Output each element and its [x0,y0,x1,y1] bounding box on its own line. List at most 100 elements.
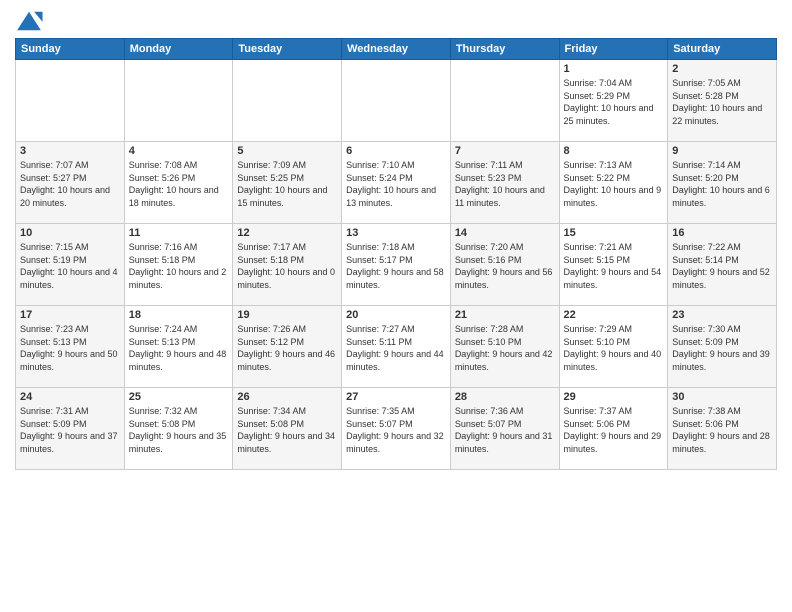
calendar-table: SundayMondayTuesdayWednesdayThursdayFrid… [15,38,777,470]
day-number: 9 [672,145,772,157]
day-info: Sunrise: 7:14 AM Sunset: 5:20 PM Dayligh… [672,159,772,209]
day-number: 24 [20,391,120,403]
calendar-cell: 26 Sunrise: 7:34 AM Sunset: 5:08 PM Dayli… [233,388,342,470]
day-number: 4 [129,145,229,157]
day-info: Sunrise: 7:36 AM Sunset: 5:07 PM Dayligh… [455,405,555,455]
calendar-cell: 20Sunrise: 7:27 AM Sunset: 5:11 PM Dayli… [342,306,451,388]
calendar-cell: 2Sunrise: 7:05 AM Sunset: 5:28 PM Daylig… [668,60,777,142]
calendar-week-1: 1Sunrise: 7:04 AM Sunset: 5:29 PM Daylig… [16,60,777,142]
day-number: 19 [237,309,337,321]
calendar-cell: 22 Sunrise: 7:29 AM Sunset: 5:10 PM Dayli… [559,306,668,388]
weekday-header-saturday: Saturday [668,39,777,60]
day-number: 15 [564,227,664,239]
calendar-cell: 5 Sunrise: 7:09 AM Sunset: 5:25 PM Daylig… [233,142,342,224]
day-info: Sunrise: 7:31 AM Sunset: 5:09 PM Dayligh… [20,405,120,455]
calendar-cell: 12 Sunrise: 7:17 AM Sunset: 5:18 PM Dayli… [233,224,342,306]
day-info: Sunrise: 7:09 AM Sunset: 5:25 PM Dayligh… [237,159,337,209]
calendar-week-3: 10Sunrise: 7:15 AM Sunset: 5:19 PM Dayli… [16,224,777,306]
calendar-cell [124,60,233,142]
calendar-cell: 18 Sunrise: 7:24 AM Sunset: 5:13 PM Dayli… [124,306,233,388]
day-info: Sunrise: 7:26 AM Sunset: 5:12 PM Dayligh… [237,323,337,373]
day-info: Sunrise: 7:22 AM Sunset: 5:14 PM Dayligh… [672,241,772,291]
day-info: Sunrise: 7:24 AM Sunset: 5:13 PM Dayligh… [129,323,229,373]
day-info: Sunrise: 7:30 AM Sunset: 5:09 PM Dayligh… [672,323,772,373]
day-info: Sunrise: 7:16 AM Sunset: 5:18 PM Dayligh… [129,241,229,291]
calendar-header-row: SundayMondayTuesdayWednesdayThursdayFrid… [16,39,777,60]
day-number: 3 [20,145,120,157]
day-info: Sunrise: 7:20 AM Sunset: 5:16 PM Dayligh… [455,241,555,291]
day-info: Sunrise: 7:05 AM Sunset: 5:28 PM Dayligh… [672,77,772,127]
calendar-cell: 15 Sunrise: 7:21 AM Sunset: 5:15 PM Dayli… [559,224,668,306]
calendar-cell: 28 Sunrise: 7:36 AM Sunset: 5:07 PM Dayli… [450,388,559,470]
day-number: 18 [129,309,229,321]
calendar-cell: 24 Sunrise: 7:31 AM Sunset: 5:09 PM Dayli… [16,388,125,470]
day-info: Sunrise: 7:29 AM Sunset: 5:10 PM Dayligh… [564,323,664,373]
day-number: 20 [346,309,446,321]
day-number: 21 [455,309,555,321]
calendar-cell [233,60,342,142]
day-info: Sunrise: 7:13 AM Sunset: 5:22 PM Dayligh… [564,159,664,209]
calendar-cell: 9 Sunrise: 7:14 AM Sunset: 5:20 PM Daylig… [668,142,777,224]
day-number: 7 [455,145,555,157]
day-info: Sunrise: 7:32 AM Sunset: 5:08 PM Dayligh… [129,405,229,455]
weekday-header-thursday: Thursday [450,39,559,60]
day-number: 26 [237,391,337,403]
weekday-header-sunday: Sunday [16,39,125,60]
day-number: 1 [564,63,664,75]
calendar-week-5: 24 Sunrise: 7:31 AM Sunset: 5:09 PM Dayli… [16,388,777,470]
day-number: 27 [346,391,446,403]
calendar-cell: 7Sunrise: 7:11 AM Sunset: 5:23 PM Daylig… [450,142,559,224]
calendar-cell [342,60,451,142]
day-number: 22 [564,309,664,321]
logo [15,10,47,32]
calendar-week-2: 3 Sunrise: 7:07 AM Sunset: 5:27 PM Daylig… [16,142,777,224]
calendar-cell: 8 Sunrise: 7:13 AM Sunset: 5:22 PM Daylig… [559,142,668,224]
day-number: 28 [455,391,555,403]
calendar-cell: 17 Sunrise: 7:23 AM Sunset: 5:13 PM Dayli… [16,306,125,388]
day-number: 16 [672,227,772,239]
calendar-cell: 21 Sunrise: 7:28 AM Sunset: 5:10 PM Dayli… [450,306,559,388]
day-info: Sunrise: 7:35 AM Sunset: 5:07 PM Dayligh… [346,405,446,455]
calendar-cell: 13Sunrise: 7:18 AM Sunset: 5:17 PM Dayli… [342,224,451,306]
calendar-cell: 14 Sunrise: 7:20 AM Sunset: 5:16 PM Dayli… [450,224,559,306]
calendar-cell: 4Sunrise: 7:08 AM Sunset: 5:26 PM Daylig… [124,142,233,224]
calendar-cell: 10Sunrise: 7:15 AM Sunset: 5:19 PM Dayli… [16,224,125,306]
day-number: 5 [237,145,337,157]
day-number: 10 [20,227,120,239]
day-info: Sunrise: 7:37 AM Sunset: 5:06 PM Dayligh… [564,405,664,455]
calendar-cell: 1Sunrise: 7:04 AM Sunset: 5:29 PM Daylig… [559,60,668,142]
calendar-cell: 6Sunrise: 7:10 AM Sunset: 5:24 PM Daylig… [342,142,451,224]
day-number: 17 [20,309,120,321]
calendar-cell: 27 Sunrise: 7:35 AM Sunset: 5:07 PM Dayli… [342,388,451,470]
calendar-cell: 3 Sunrise: 7:07 AM Sunset: 5:27 PM Daylig… [16,142,125,224]
day-number: 30 [672,391,772,403]
page-container: SundayMondayTuesdayWednesdayThursdayFrid… [0,0,792,612]
calendar-cell: 19 Sunrise: 7:26 AM Sunset: 5:12 PM Dayli… [233,306,342,388]
weekday-header-tuesday: Tuesday [233,39,342,60]
day-number: 12 [237,227,337,239]
logo-icon [15,10,43,32]
day-info: Sunrise: 7:34 AM Sunset: 5:08 PM Dayligh… [237,405,337,455]
day-info: Sunrise: 7:28 AM Sunset: 5:10 PM Dayligh… [455,323,555,373]
day-number: 25 [129,391,229,403]
calendar-cell [16,60,125,142]
day-number: 14 [455,227,555,239]
day-number: 11 [129,227,229,239]
day-number: 8 [564,145,664,157]
weekday-header-monday: Monday [124,39,233,60]
weekday-header-friday: Friday [559,39,668,60]
day-info: Sunrise: 7:18 AM Sunset: 5:17 PM Dayligh… [346,241,446,291]
calendar-cell: 30Sunrise: 7:38 AM Sunset: 5:06 PM Dayli… [668,388,777,470]
day-info: Sunrise: 7:07 AM Sunset: 5:27 PM Dayligh… [20,159,120,209]
day-number: 6 [346,145,446,157]
day-number: 29 [564,391,664,403]
day-info: Sunrise: 7:17 AM Sunset: 5:18 PM Dayligh… [237,241,337,291]
calendar-cell [450,60,559,142]
calendar-cell: 23 Sunrise: 7:30 AM Sunset: 5:09 PM Dayli… [668,306,777,388]
day-number: 23 [672,309,772,321]
day-info: Sunrise: 7:23 AM Sunset: 5:13 PM Dayligh… [20,323,120,373]
calendar-cell: 29 Sunrise: 7:37 AM Sunset: 5:06 PM Dayli… [559,388,668,470]
weekday-header-wednesday: Wednesday [342,39,451,60]
day-info: Sunrise: 7:21 AM Sunset: 5:15 PM Dayligh… [564,241,664,291]
calendar-cell: 11 Sunrise: 7:16 AM Sunset: 5:18 PM Dayli… [124,224,233,306]
